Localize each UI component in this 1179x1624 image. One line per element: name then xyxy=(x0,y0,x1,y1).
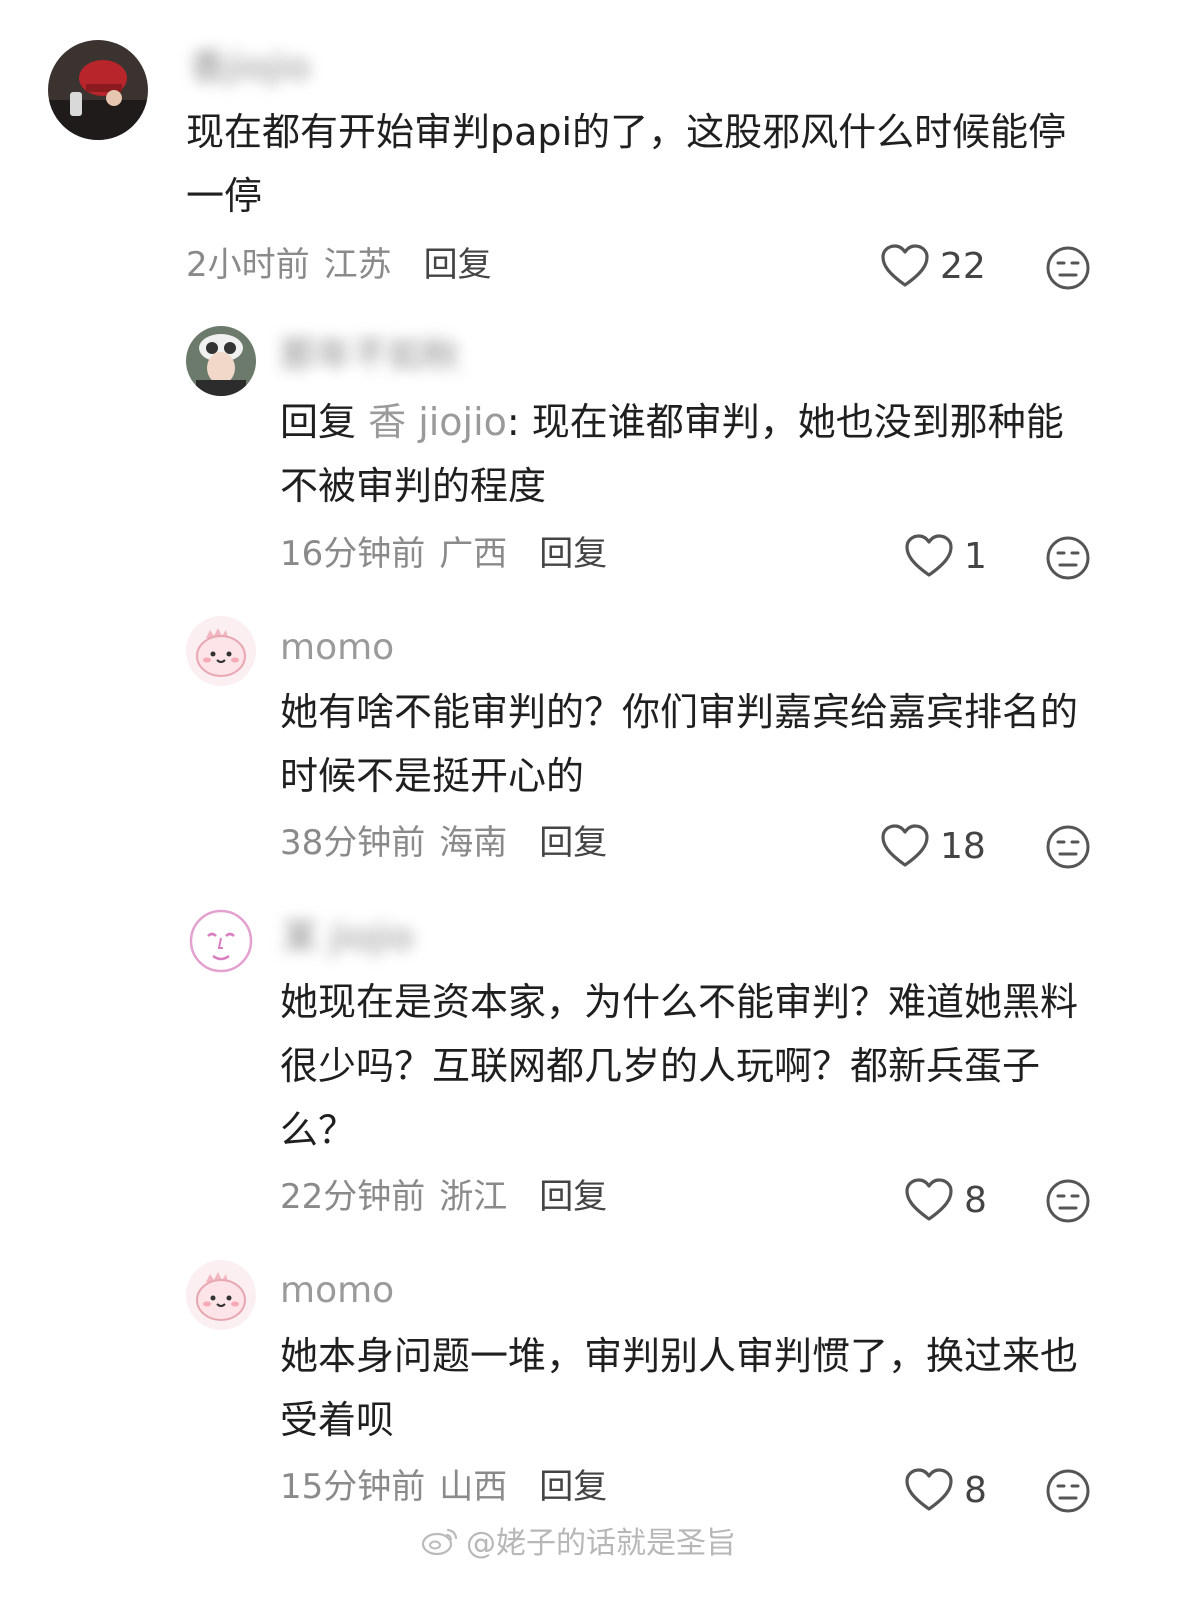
neutral-face-icon xyxy=(1046,1469,1090,1513)
dislike-button[interactable] xyxy=(1044,1177,1092,1225)
user-avatar[interactable] xyxy=(48,40,148,140)
reply-button[interactable]: 回复 xyxy=(424,245,492,285)
comment-region: 江苏 xyxy=(323,245,392,285)
heart-icon xyxy=(905,534,953,577)
comment-region: 浙江 xyxy=(439,1177,508,1217)
comment-text: 现在都有开始审判papi的了，这股邪风什么时候能停一停 xyxy=(186,110,1067,218)
reply-prefix: 回复 xyxy=(280,400,357,444)
reply-button[interactable]: 回复 xyxy=(539,1177,607,1217)
like-button[interactable]: 8 xyxy=(904,1464,987,1516)
comment-time: 15分钟前 xyxy=(280,1467,426,1507)
heart-icon xyxy=(881,824,929,867)
weibo-watermark: @姥子的话就是圣旨 xyxy=(420,1520,736,1561)
dislike-button[interactable] xyxy=(1044,1467,1092,1515)
like-count: 8 xyxy=(964,1469,987,1511)
comment-text: 回复 香 jiojio: 现在谁都审判，她也没到那种能不被审判的程度 xyxy=(280,390,1080,518)
user-avatar[interactable] xyxy=(186,906,256,976)
comment-meta: 22分钟前 浙江 回复 xyxy=(280,1177,607,1217)
like-count: 18 xyxy=(940,825,986,867)
comment-region: 海南 xyxy=(439,823,508,863)
comment-text: 她有啥不能审判的？你们审判嘉宾给嘉宾排名的时候不是挺开心的 xyxy=(280,690,1079,798)
like-count: 1 xyxy=(964,535,987,577)
neutral-face-icon xyxy=(1046,825,1090,869)
like-count: 8 xyxy=(964,1179,987,1221)
comment-username[interactable]: 香jiojio xyxy=(190,48,310,88)
like-button[interactable]: 8 xyxy=(904,1174,987,1226)
like-count: 22 xyxy=(940,245,986,287)
comment-time: 22分钟前 xyxy=(280,1177,426,1217)
user-avatar[interactable] xyxy=(186,1260,256,1330)
heart-icon xyxy=(905,1468,953,1511)
comment-region: 广西 xyxy=(439,534,508,574)
comment-time: 16分钟前 xyxy=(280,534,426,574)
like-button[interactable]: 18 xyxy=(880,820,986,872)
comment-text: 她现在是资本家，为什么不能审判？难道她黑料很少吗？互联网都几岁的人玩啊？都新兵蛋… xyxy=(280,980,1079,1152)
user-avatar[interactable] xyxy=(186,326,256,396)
comment-text: 她本身问题一堆，审判别人审判惯了，换过来也受着呗 xyxy=(280,1334,1079,1442)
neutral-face-icon xyxy=(1046,536,1090,580)
heart-icon xyxy=(905,1178,953,1221)
like-button[interactable]: 22 xyxy=(880,240,986,292)
like-button[interactable]: 1 xyxy=(904,530,987,582)
comment-username[interactable]: 那年不如秋 xyxy=(280,336,460,376)
comment-username[interactable]: momo xyxy=(280,1271,394,1311)
comment-meta: 15分钟前 山西 回复 xyxy=(280,1467,607,1507)
reply-button[interactable]: 回复 xyxy=(539,823,607,863)
comment-username[interactable]: 某 jiojio xyxy=(282,918,414,958)
heart-icon xyxy=(881,244,929,287)
reply-button[interactable]: 回复 xyxy=(539,1467,607,1507)
comment-time: 2小时前 xyxy=(186,245,310,285)
dislike-button[interactable] xyxy=(1044,823,1092,871)
comment-region: 山西 xyxy=(439,1467,508,1507)
reply-target-username[interactable]: 香 jiojio xyxy=(368,400,507,444)
dislike-button[interactable] xyxy=(1044,534,1092,582)
comment-username[interactable]: momo xyxy=(280,628,394,668)
user-avatar[interactable] xyxy=(186,616,256,686)
neutral-face-icon xyxy=(1046,1179,1090,1223)
dislike-button[interactable] xyxy=(1044,244,1092,292)
watermark-text: @姥子的话就是圣旨 xyxy=(466,1526,736,1561)
reply-button[interactable]: 回复 xyxy=(539,534,607,574)
comment-meta: 16分钟前 广西 回复 xyxy=(280,534,607,574)
comment-meta: 38分钟前 海南 回复 xyxy=(280,823,607,863)
comment-meta: 2小时前 江苏 回复 xyxy=(186,245,492,285)
weibo-logo-icon xyxy=(421,1528,458,1556)
neutral-face-icon xyxy=(1046,246,1090,290)
comment-time: 38分钟前 xyxy=(280,823,426,863)
